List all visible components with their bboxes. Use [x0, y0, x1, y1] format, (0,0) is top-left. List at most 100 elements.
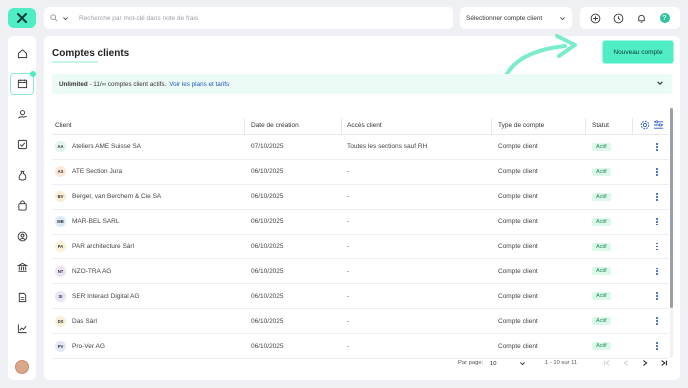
scrollbar[interactable]: [670, 108, 673, 358]
sidebar-item-tasks[interactable]: [10, 134, 34, 156]
plan-name: Unlimited: [59, 80, 88, 88]
client-avatar: DS: [55, 315, 66, 327]
row-menu-icon[interactable]: [653, 342, 661, 351]
row-menu-icon[interactable]: [653, 292, 661, 301]
sidebar-item-reports[interactable]: [10, 317, 34, 339]
table-row[interactable]: AA Ateliers AME Suisse SA 07/10/2025 Tou…: [52, 135, 669, 160]
client-cell: MB MAR-BEL SARL: [55, 216, 119, 228]
first-page-icon: [604, 360, 610, 366]
scrollbar-thumb[interactable]: [670, 108, 673, 308]
client-avatar: BV: [55, 191, 66, 203]
plans-link[interactable]: Voir les plans et tarifs: [169, 81, 229, 88]
client-avatar: MB: [55, 216, 66, 228]
account-type: Compte client: [498, 317, 538, 325]
client-avatar: AA: [55, 141, 66, 153]
table-body: AA Ateliers AME Suisse SA 07/10/2025 Tou…: [52, 135, 669, 360]
row-menu-icon[interactable]: [653, 317, 661, 326]
plan-banner: Unlimited - 11/∞ comptes client actifs. …: [52, 74, 672, 94]
clock-icon[interactable]: [611, 10, 627, 26]
client-avatar: PA: [55, 241, 66, 252]
page-title: Comptes clients: [52, 48, 130, 59]
column-filter-icon[interactable]: [653, 120, 664, 132]
client-avatar: AS: [55, 166, 66, 178]
chevron-left-icon: [623, 360, 628, 366]
sidebar-item-calendar[interactable]: [10, 70, 36, 95]
account-type: Compte client: [498, 193, 538, 201]
chevron-down-icon[interactable]: [656, 79, 664, 87]
header-date[interactable]: Date de création: [251, 122, 299, 129]
client-access: -: [347, 292, 350, 300]
client-account-select[interactable]: Sélectionner compte client: [460, 7, 572, 29]
title-underline: [52, 61, 98, 63]
app-logo[interactable]: [8, 8, 36, 28]
new-account-button[interactable]: Nouveau compte: [602, 40, 674, 64]
table-row[interactable]: BV Berger, van Berchem & Cie SA 06/10/20…: [52, 185, 669, 210]
client-name[interactable]: MAR-BEL SARL: [72, 218, 119, 225]
sidebar-item-budget[interactable]: [10, 164, 34, 186]
help-icon[interactable]: ?: [657, 10, 673, 26]
table-row[interactable]: MB MAR-BEL SARL 06/10/2025 - Compte clie…: [52, 210, 669, 235]
row-menu-icon[interactable]: [653, 217, 661, 226]
row-menu-icon[interactable]: [653, 142, 661, 151]
next-page-button[interactable]: [640, 358, 650, 368]
column-divider: [491, 118, 492, 134]
client-access: -: [347, 243, 350, 250]
sidebar-item-home[interactable]: [10, 42, 34, 64]
settings-icon[interactable]: [640, 120, 650, 132]
client-access: -: [347, 317, 350, 325]
creation-date: 06/10/2025: [251, 317, 284, 325]
logo-icon: [17, 13, 27, 23]
client-cell: NT NZO-TRA AG: [55, 265, 111, 277]
creation-date: 06/10/2025: [251, 292, 284, 300]
status-badge: Actif: [592, 317, 611, 326]
sidebar-item-documents[interactable]: [10, 287, 34, 309]
client-cell: PV Pro-Ver AG: [55, 340, 105, 352]
client-access: -: [347, 168, 350, 176]
table-row[interactable]: AS ATE Section Jura 06/10/2025 - Compte …: [52, 160, 669, 185]
header-type[interactable]: Type de compte: [498, 122, 544, 129]
row-menu-icon[interactable]: [653, 242, 661, 251]
per-page-select[interactable]: 10: [490, 358, 526, 369]
table-row[interactable]: PA PAR architecture Sàrl 06/10/2025 - Co…: [52, 235, 669, 260]
avatar[interactable]: [15, 360, 29, 374]
client-name[interactable]: ATE Section Jura: [72, 168, 122, 175]
last-page-button[interactable]: [659, 358, 669, 368]
table-row[interactable]: DS Das Sàrl 06/10/2025 - Compte client A…: [52, 309, 669, 335]
row-menu-icon[interactable]: [653, 192, 661, 201]
chevron-down-icon[interactable]: [62, 15, 69, 22]
client-name[interactable]: SER Interact Digital AG: [72, 293, 140, 300]
row-menu-icon[interactable]: [653, 167, 661, 176]
creation-date: 06/10/2025: [251, 342, 284, 350]
client-name[interactable]: Ateliers AME Suisse SA: [72, 143, 141, 150]
client-name[interactable]: Das Sàrl: [72, 318, 97, 325]
row-menu-icon[interactable]: [653, 267, 661, 276]
header-access[interactable]: Accès client: [347, 122, 382, 129]
sidebar-item-users[interactable]: [10, 226, 34, 248]
client-cell: DS Das Sàrl: [55, 315, 97, 327]
client-name[interactable]: Pro-Ver AG: [72, 343, 105, 350]
sidebar-item-money[interactable]: [10, 103, 34, 125]
page-range: 1 - 10 sur 11: [545, 360, 578, 366]
table-row[interactable]: SI SER Interact Digital AG 06/10/2025 - …: [52, 284, 669, 310]
client-name[interactable]: Berger, van Berchem & Cie SA: [72, 193, 161, 200]
client-access: -: [347, 267, 350, 275]
client-name[interactable]: NZO-TRA AG: [72, 268, 111, 275]
search-input[interactable]: Recherche par mot-clé dans note de frais: [79, 15, 198, 22]
search-bar[interactable]: Recherche par mot-clé dans note de frais: [44, 7, 453, 29]
plus-circle-icon[interactable]: [588, 10, 604, 26]
table-row[interactable]: NT NZO-TRA AG 06/10/2025 - Compte client…: [52, 259, 669, 285]
chart-icon: [17, 324, 27, 333]
bell-icon[interactable]: [634, 10, 650, 26]
sidebar-item-purchases[interactable]: [10, 195, 34, 217]
column-divider: [244, 118, 245, 134]
client-name[interactable]: PAR architecture Sàrl: [72, 243, 134, 250]
client-avatar: PV: [55, 340, 66, 352]
sidebar-item-bank[interactable]: [10, 256, 34, 278]
calendar-icon: [17, 79, 27, 89]
header-client[interactable]: Client: [55, 122, 72, 129]
prev-page-button[interactable]: [621, 358, 631, 368]
header-status[interactable]: Statut: [592, 122, 609, 129]
first-page-button[interactable]: [602, 358, 612, 368]
account-type: Compte client: [498, 243, 538, 250]
column-divider: [341, 118, 342, 134]
